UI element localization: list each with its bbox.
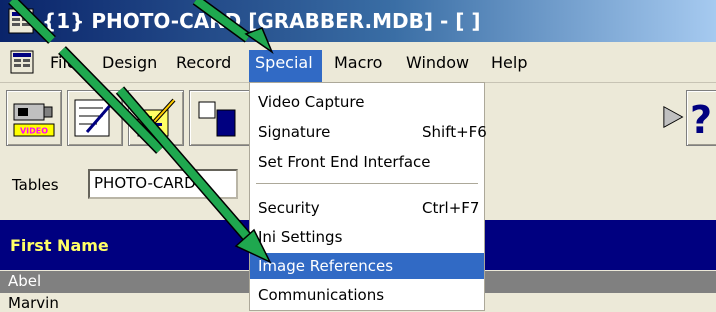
menu-window[interactable]: Window	[406, 53, 469, 72]
design-form-button[interactable]	[67, 90, 123, 146]
menu-item-shortcut: Ctrl+F7	[422, 199, 480, 217]
edit-record-button[interactable]	[128, 90, 184, 146]
menu-file[interactable]: File	[50, 53, 77, 72]
tables-select[interactable]: PHOTO-CARD	[88, 169, 238, 199]
document-icon[interactable]	[10, 50, 34, 74]
menu-record[interactable]: Record	[176, 53, 231, 72]
menu-item-label: Set Front End Interface	[258, 153, 431, 171]
tables-label: Tables	[12, 176, 59, 194]
pencil-icon	[137, 98, 176, 137]
menu-separator	[256, 183, 478, 184]
menu-item-security[interactable]: Security Ctrl+F7	[250, 195, 484, 221]
layout-icon	[198, 101, 236, 137]
edit-form-icon	[74, 99, 115, 137]
window-layout-button[interactable]	[189, 90, 251, 146]
menu-item-video-capture[interactable]: Video Capture	[250, 89, 484, 115]
menu-item-set-front-end-interface[interactable]: Set Front End Interface	[250, 149, 484, 175]
menu-item-label: Video Capture	[258, 93, 365, 111]
special-menu-dropdown: Video Capture Signature Shift+F6 Set Fro…	[249, 82, 487, 311]
video-camera-icon: VIDEO	[13, 103, 55, 137]
menu-item-label: Security	[258, 199, 320, 217]
window-title: {1} PHOTO-CARD [GRABBER.MDB] - [ ]	[42, 9, 481, 33]
menu-item-shortcut: Shift+F6	[422, 123, 487, 141]
menu-item-label: Image References	[258, 257, 394, 275]
video-capture-button[interactable]: VIDEO	[6, 90, 62, 146]
menu-item-ini-settings[interactable]: Ini Settings	[250, 224, 484, 250]
menu-item-label: Communications	[258, 286, 385, 304]
help-question-icon: ?	[690, 98, 712, 142]
menu-item-communications[interactable]: Communications	[250, 282, 484, 308]
menu-item-signature[interactable]: Signature Shift+F6	[250, 119, 487, 145]
menu-special[interactable]: Special	[249, 50, 322, 82]
table-cell[interactable]: Marvin	[8, 294, 59, 312]
menu-help[interactable]: Help	[491, 53, 527, 72]
menu-item-label: Signature	[258, 123, 331, 141]
menu-special-label: Special	[255, 53, 313, 72]
table-cell[interactable]: Abel	[8, 272, 41, 290]
menu-bar: File Design Record Macro Window Help	[0, 42, 716, 83]
app-icon[interactable]	[8, 8, 34, 34]
help-button[interactable]: ?	[686, 90, 716, 146]
svg-text:?: ?	[690, 98, 712, 142]
menu-design[interactable]: Design	[102, 53, 157, 72]
menu-macro[interactable]: Macro	[334, 53, 382, 72]
first-name-column-header[interactable]: First Name	[10, 236, 109, 255]
menu-item-label: Ini Settings	[258, 228, 343, 246]
menu-item-image-references[interactable]: Image References	[250, 253, 484, 279]
video-label: VIDEO	[20, 127, 48, 136]
